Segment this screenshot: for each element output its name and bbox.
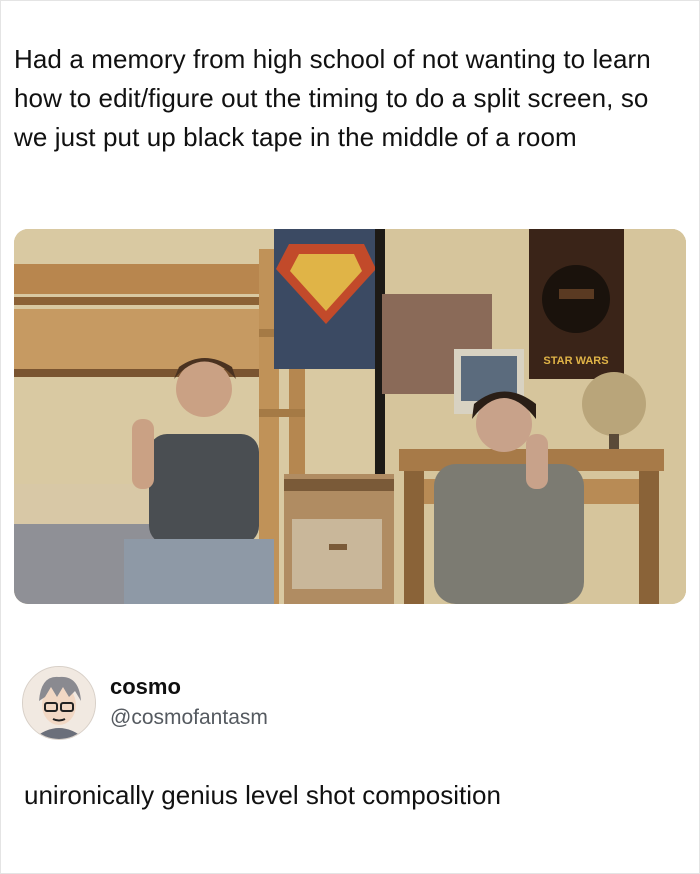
post-image[interactable]: STAR WARS [14, 229, 686, 604]
poster-text: STAR WARS [543, 355, 608, 367]
user-handle[interactable]: @cosmofantasm [110, 706, 268, 730]
display-name[interactable]: cosmo [110, 674, 181, 700]
post-text: Had a memory from high school of not wan… [14, 44, 651, 152]
reply-header: cosmo @cosmofantasm [14, 660, 686, 750]
reply-text: unironically genius level shot compositi… [24, 780, 501, 810]
avatar[interactable] [22, 666, 96, 740]
